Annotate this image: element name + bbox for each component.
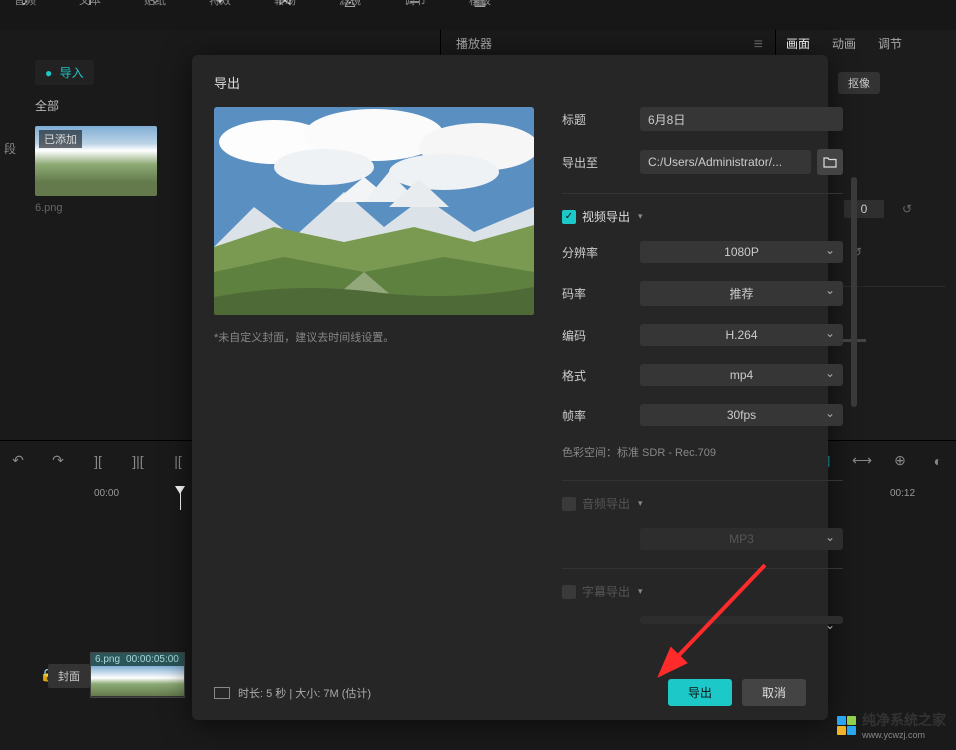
tool-icon[interactable]: |[ <box>168 453 188 469</box>
x-value[interactable]: 0 <box>844 200 884 218</box>
audio-export-section[interactable]: 音频导出▾ <box>562 495 843 512</box>
tab-template[interactable]: ▥模板 <box>460 0 500 30</box>
tool-icon[interactable]: ◐ <box>928 453 948 469</box>
audio-export-checkbox[interactable] <box>562 497 576 511</box>
bitrate-select[interactable]: 推荐 <box>640 281 843 306</box>
media-thumbnail[interactable]: 已添加 <box>35 126 157 196</box>
format-select[interactable]: mp4 <box>640 364 843 386</box>
video-export-checkbox[interactable]: ✓ <box>562 210 576 224</box>
tool-icon[interactable]: ]|[ <box>128 453 148 469</box>
timeline-clip[interactable]: 6.png 00:00:05:00 <box>90 652 185 698</box>
tab-sticker[interactable]: ✧贴纸 <box>135 0 175 30</box>
path-label: 导出至 <box>562 154 640 171</box>
tab-effect[interactable]: ✦特效 <box>200 0 240 30</box>
section-indicator: 段 <box>4 140 16 157</box>
video-export-section[interactable]: ✓ 视频导出▾ <box>562 208 843 225</box>
player-menu-icon[interactable]: ≡ <box>754 36 763 54</box>
ruler-tick: 00:12 <box>890 488 915 499</box>
reset-icon[interactable]: ↺ <box>902 202 912 216</box>
watermark-url: www.ycwzj.com <box>862 730 946 740</box>
subtitle-export-section[interactable]: 字幕导出▾ <box>562 583 843 600</box>
format-label: 格式 <box>562 367 640 384</box>
clip-duration: 00:00:05:00 <box>126 654 179 665</box>
audio-format-select: MP3 <box>640 528 843 550</box>
cancel-button[interactable]: 取消 <box>742 679 806 706</box>
scrollbar[interactable] <box>851 177 857 407</box>
export-dialog: 导出 <box>192 55 828 720</box>
colorspace-info: 色彩空间：标准 SDR - Rec.709 <box>562 444 843 460</box>
top-toolbar: ♪音频 T文本 ✧贴纸 ✦特效 ⋈转场 ◬滤镜 ≛调节 ▥模板 <box>0 0 956 30</box>
fps-select[interactable]: 30fps <box>640 404 843 426</box>
tool-icon[interactable]: ⊕ <box>890 452 910 469</box>
title-label: 标题 <box>562 111 640 128</box>
tab-audio[interactable]: ♪音频 <box>5 0 45 30</box>
cover-button[interactable]: 封面 <box>48 664 90 688</box>
export-preview <box>214 107 534 315</box>
tab-text[interactable]: T文本 <box>70 0 110 30</box>
preview-note: *未自定义封面，建议去时间线设置。 <box>214 329 534 345</box>
chevron-down-icon: ▾ <box>638 586 643 597</box>
pill-cutout[interactable]: 抠像 <box>838 72 880 94</box>
player-label: 播放器 <box>456 37 492 51</box>
chevron-down-icon: ▾ <box>638 498 643 509</box>
browse-button[interactable] <box>817 149 843 175</box>
watermark: 纯净系统之家 www.ycwzj.com <box>836 710 946 740</box>
fps-label: 帧率 <box>562 407 640 424</box>
film-icon <box>214 687 230 699</box>
resolution-select[interactable]: 1080P <box>640 241 843 263</box>
split-icon[interactable]: ][ <box>88 453 108 469</box>
prop-tab-anim[interactable]: 动画 <box>832 35 856 52</box>
added-badge: 已添加 <box>39 130 82 148</box>
watermark-text: 纯净系统之家 <box>862 710 946 730</box>
path-input[interactable] <box>640 150 811 174</box>
prop-tab-adjust[interactable]: 调节 <box>878 35 902 52</box>
tab-transition[interactable]: ⋈转场 <box>265 0 305 30</box>
redo-icon[interactable]: ↷ <box>48 452 68 469</box>
encoding-select[interactable]: H.264 <box>640 324 843 346</box>
export-summary: 时长: 5 秒 | 大小: 7M (估计) <box>238 685 371 701</box>
subtitle-export-checkbox[interactable] <box>562 585 576 599</box>
plus-icon: ● <box>45 66 52 80</box>
tool-icon[interactable]: ⟷ <box>852 452 872 469</box>
chevron-down-icon: ▾ <box>638 211 643 222</box>
subtitle-select <box>640 616 843 624</box>
bitrate-label: 码率 <box>562 285 640 302</box>
prop-tab-picture[interactable]: 画面 <box>786 35 810 52</box>
tab-filter[interactable]: ◬滤镜 <box>330 0 370 30</box>
dialog-title: 导出 <box>214 73 806 92</box>
export-button[interactable]: 导出 <box>668 679 732 706</box>
undo-icon[interactable]: ↶ <box>8 452 28 469</box>
title-input[interactable] <box>640 107 843 131</box>
watermark-logo <box>836 715 856 735</box>
import-button[interactable]: ● 导入 <box>35 60 94 85</box>
playhead[interactable] <box>180 488 181 510</box>
folder-icon <box>823 156 837 168</box>
encoding-label: 编码 <box>562 327 640 344</box>
resolution-label: 分辨率 <box>562 244 640 261</box>
clip-name: 6.png <box>95 654 120 665</box>
ruler-tick: 00:00 <box>94 488 119 499</box>
clip-thumbnail <box>91 666 184 696</box>
tab-adjust[interactable]: ≛调节 <box>395 0 435 30</box>
